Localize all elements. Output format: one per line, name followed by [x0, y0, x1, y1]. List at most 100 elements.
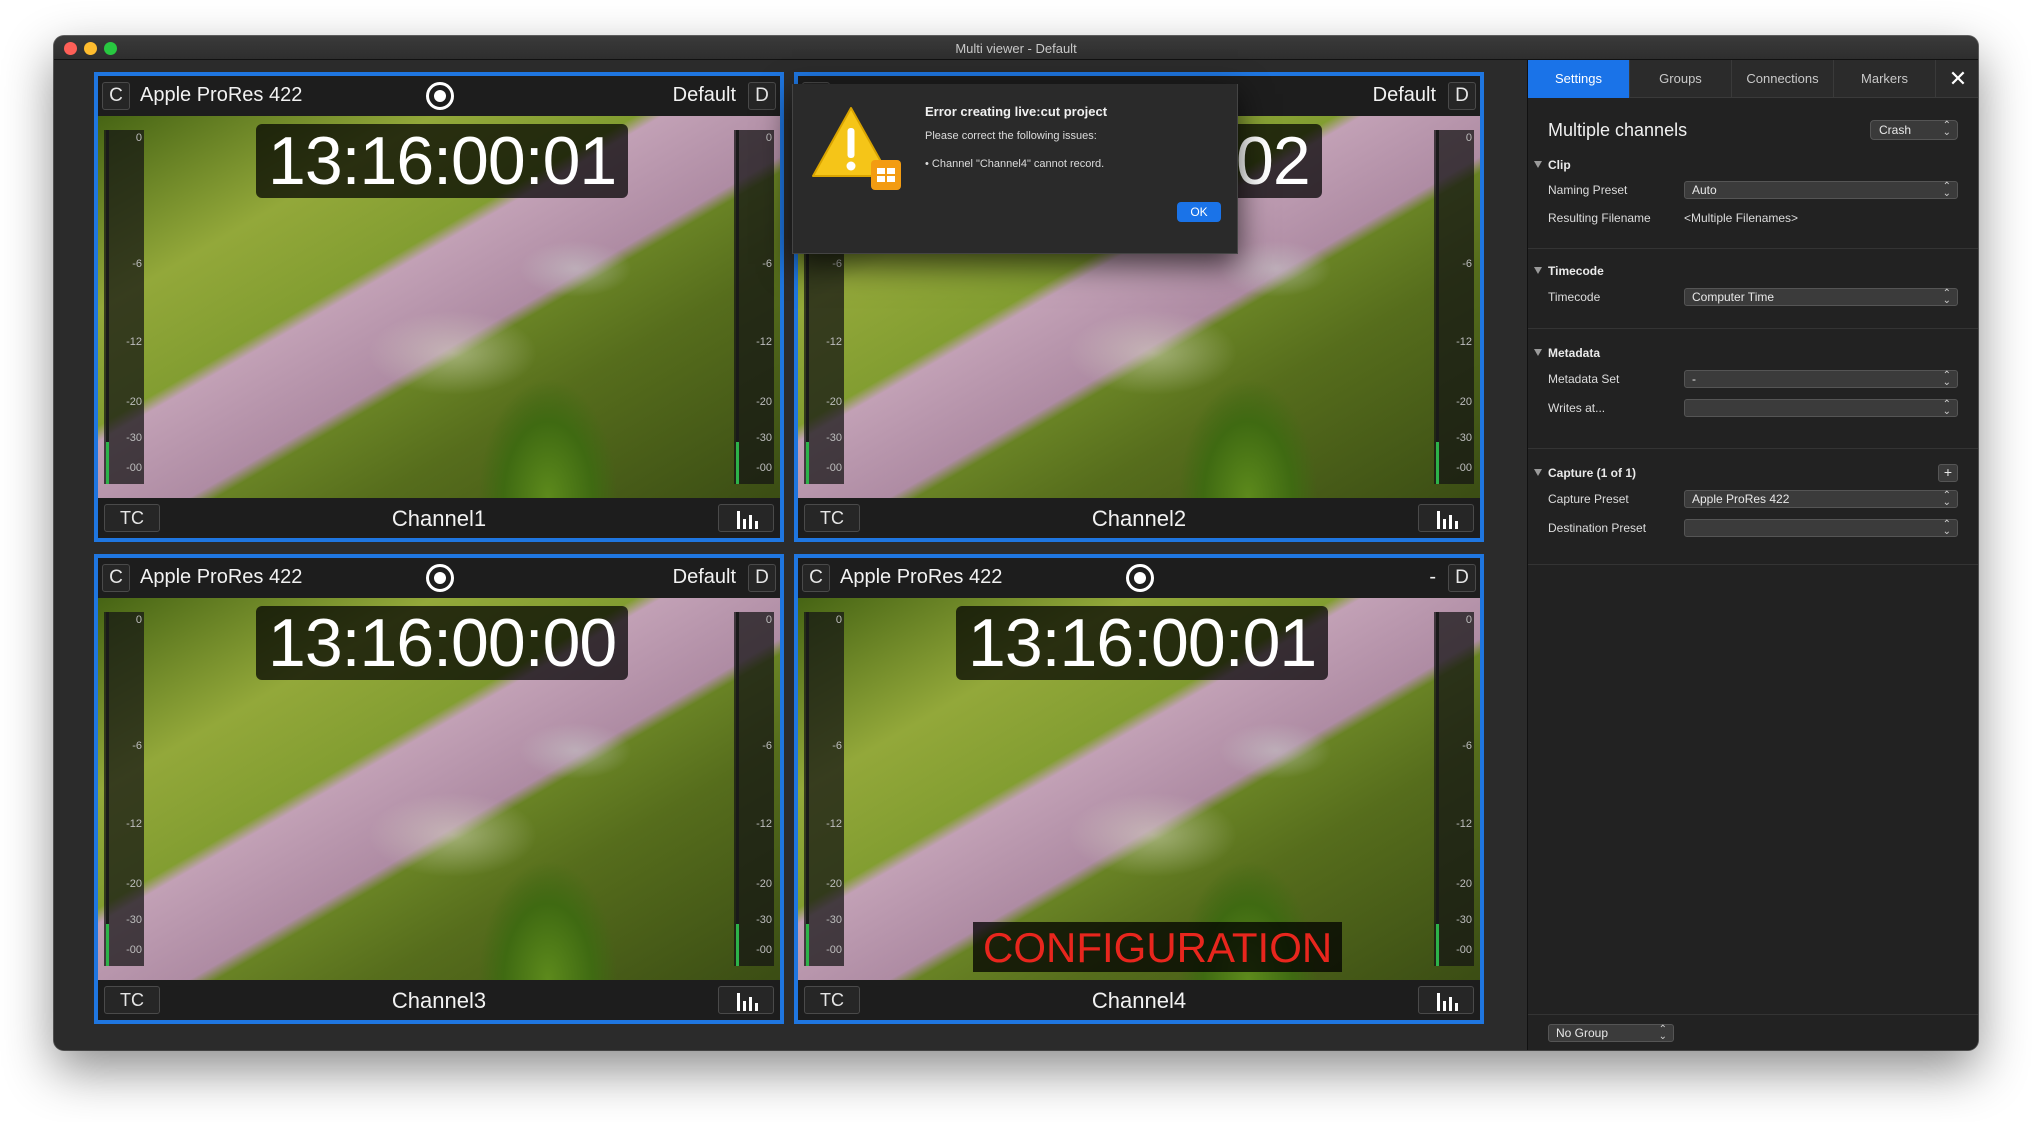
panel-footer: No Group ⌃ ⌄ — [1528, 1014, 1978, 1050]
meter-mark: -00 — [756, 944, 772, 956]
divider — [1528, 564, 1978, 565]
timecode-select[interactable]: Computer Time ⌃ ⌄ — [1684, 288, 1958, 306]
meter-mark: -12 — [1456, 336, 1472, 348]
metadata-set-select[interactable]: - ⌃ ⌄ — [1684, 370, 1958, 388]
d-button[interactable]: D — [748, 82, 776, 110]
record-icon[interactable] — [426, 564, 454, 592]
close-panel-icon[interactable]: ✕ — [1938, 60, 1978, 98]
audio-meter-right: 0 -6 -12 -20 -30 -00 — [1434, 130, 1474, 484]
section-clip-title[interactable]: Clip — [1534, 158, 1571, 172]
chevron-updown-icon: ⌃ ⌄ — [1942, 370, 1951, 388]
destination-preset-label: Default — [1372, 84, 1436, 106]
section-capture-title[interactable]: Capture (1 of 1) — [1534, 466, 1637, 480]
section-label: Capture (1 of 1) — [1548, 466, 1637, 480]
meter-mark: -6 — [832, 258, 842, 270]
tab-connections[interactable]: Connections — [1732, 60, 1834, 98]
chevron-updown-icon: ⌃ ⌄ — [1942, 519, 1951, 537]
capture-preset-label: Capture Preset — [1548, 492, 1629, 506]
tile-footer: TC Channel3 — [98, 980, 780, 1020]
meter-mark: -20 — [826, 878, 842, 890]
meter-mark: -20 — [126, 396, 142, 408]
d-button[interactable]: D — [1448, 564, 1476, 592]
audio-meter-button[interactable] — [1418, 504, 1474, 532]
disclosure-triangle-icon — [1534, 161, 1542, 168]
c-button[interactable]: C — [102, 82, 130, 110]
destination-preset-label: Destination Preset — [1548, 521, 1647, 535]
meter-mark: 0 — [765, 614, 772, 626]
meter-mark: -12 — [756, 818, 772, 830]
dialog-issue-item: • Channel "Channel4" cannot record. — [925, 158, 1105, 170]
meter-mark: -6 — [762, 740, 772, 752]
record-icon[interactable] — [1126, 564, 1154, 592]
meter-mark: -6 — [1462, 740, 1472, 752]
meter-mark: -6 — [132, 258, 142, 270]
meter-mark: -30 — [1456, 914, 1472, 926]
meter-mark: -30 — [1456, 432, 1472, 444]
audio-meter-button[interactable] — [1418, 986, 1474, 1014]
tile-header: C Apple ProRes 422 Default D — [98, 76, 780, 116]
meter-mark: -12 — [126, 818, 142, 830]
section-metadata-title[interactable]: Metadata — [1534, 346, 1601, 360]
mode-select[interactable]: Crash ⌃ ⌄ — [1870, 120, 1958, 140]
resulting-filename-label: Resulting Filename — [1548, 211, 1651, 225]
warning-icon — [812, 107, 901, 190]
tile-footer: TC Channel2 — [798, 498, 1480, 538]
meter-mark: -6 — [1462, 258, 1472, 270]
settings-panel: Settings Groups Connections Markers ✕ Mu… — [1527, 60, 1978, 1050]
audio-meter-left: 0 -6 -12 -20 -30 -00 — [804, 612, 844, 966]
channel-name: Channel2 — [1091, 506, 1187, 531]
d-button[interactable]: D — [1448, 82, 1476, 110]
meter-mark: -12 — [126, 336, 142, 348]
section-label: Metadata — [1548, 346, 1601, 360]
timecode-display: 13:16:00:01 — [256, 124, 629, 198]
meter-mark: -00 — [126, 944, 142, 956]
audio-meter-left: 0 -6 -12 -20 -30 -00 — [104, 612, 144, 966]
meter-mark: -30 — [826, 914, 842, 926]
audio-meter-right: 0 -6 -12 -20 -30 -00 — [1434, 612, 1474, 966]
disclosure-triangle-icon — [1534, 469, 1542, 476]
meter-mark: 0 — [765, 132, 772, 144]
audio-meter-button[interactable] — [718, 504, 774, 532]
meter-mark: -00 — [826, 462, 842, 474]
section-timecode-title[interactable]: Timecode — [1534, 264, 1604, 278]
capture-preset-label: Apple ProRes 422 — [840, 566, 1003, 588]
meter-mark: -30 — [126, 914, 142, 926]
tab-markers[interactable]: Markers — [1834, 60, 1936, 98]
multi-viewer-window: Multi viewer - Default C Apple ProRes 42… — [54, 36, 1978, 1050]
c-button[interactable]: C — [102, 564, 130, 592]
divider — [1528, 448, 1978, 449]
viewer-area: C Apple ProRes 422 Default D 0 -6 -12 -2… — [54, 60, 1978, 1050]
meter-mark: -6 — [832, 740, 842, 752]
bar-chart-icon — [737, 511, 758, 529]
tab-groups[interactable]: Groups — [1630, 60, 1732, 98]
video-preview: 0 -6 -12 -20 -30 -00 13:16:00:01 0 -6 -1… — [98, 116, 780, 498]
c-button[interactable]: C — [802, 564, 830, 592]
channel-tile-4[interactable]: C Apple ProRes 422 - D 0 -6 -12 -20 -30 … — [794, 554, 1484, 1024]
timecode-display: 13:16:00:01 — [956, 606, 1329, 680]
capture-preset-label: Apple ProRes 422 — [140, 84, 303, 106]
meter-mark: -6 — [132, 740, 142, 752]
meter-mark: -00 — [826, 944, 842, 956]
add-capture-button[interactable]: + — [1938, 464, 1958, 482]
naming-preset-select[interactable]: Auto ⌃ ⌄ — [1684, 181, 1958, 199]
destination-preset-select[interactable]: ⌃ ⌄ — [1684, 519, 1958, 537]
writes-at-select[interactable]: ⌃ ⌄ — [1684, 399, 1958, 417]
disclosure-triangle-icon — [1534, 349, 1542, 356]
audio-meter-button[interactable] — [718, 986, 774, 1014]
meter-mark: 0 — [1465, 614, 1472, 626]
channel-tile-3[interactable]: C Apple ProRes 422 Default D 0 -6 -12 -2… — [94, 554, 784, 1024]
panel-tabs: Settings Groups Connections Markers ✕ — [1528, 60, 1978, 98]
channel-name: Channel1 — [391, 506, 487, 531]
record-icon[interactable] — [426, 82, 454, 110]
mode-select-value: Crash — [1879, 123, 1912, 137]
capture-preset-select[interactable]: Apple ProRes 422 ⌃ ⌄ — [1684, 490, 1958, 508]
tab-settings[interactable]: Settings — [1528, 60, 1630, 98]
metadata-set-label: Metadata Set — [1548, 372, 1620, 386]
channel-tile-1[interactable]: C Apple ProRes 422 Default D 0 -6 -12 -2… — [94, 72, 784, 542]
meter-mark: -12 — [756, 336, 772, 348]
meter-mark: -20 — [1456, 396, 1472, 408]
meter-mark: -20 — [1456, 878, 1472, 890]
group-select[interactable]: No Group ⌃ ⌄ — [1548, 1024, 1674, 1042]
d-button[interactable]: D — [748, 564, 776, 592]
ok-button[interactable]: OK — [1177, 202, 1221, 222]
